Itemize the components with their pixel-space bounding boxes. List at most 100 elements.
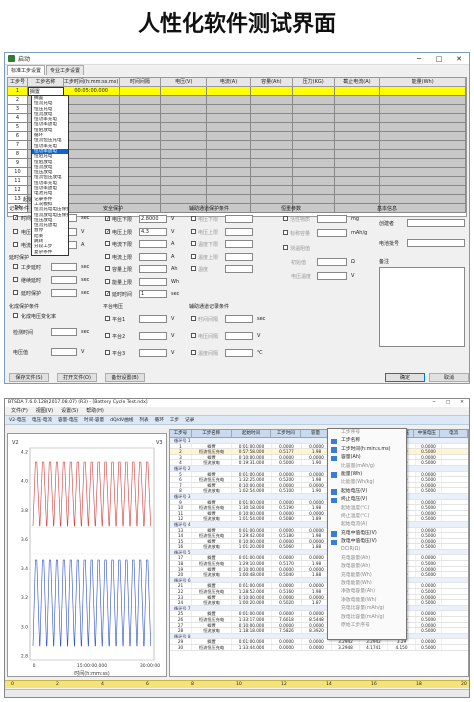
- grid-cell[interactable]: [292, 195, 335, 204]
- grid-cell[interactable]: 2: [8, 96, 28, 105]
- grid-cell[interactable]: [161, 114, 208, 123]
- column-context-menu[interactable]: 工步序号 工步名称 工步时间(h:min:s.ms) 容量(Ah) 比容量(mAh/g)…: [327, 428, 407, 640]
- grid-cell[interactable]: [292, 105, 335, 114]
- option-input[interactable]: [139, 265, 167, 273]
- grid-cell[interactable]: [380, 132, 466, 141]
- table-col-header[interactable]: 起始时间: [232, 430, 272, 437]
- grid-cell[interactable]: [380, 123, 466, 132]
- option-checkbox[interactable]: [191, 241, 196, 246]
- grid-cell[interactable]: [380, 141, 466, 150]
- grid-cell[interactable]: 11: [8, 177, 28, 186]
- grid-cell[interactable]: [207, 150, 251, 159]
- context-menu-item[interactable]: 充电容量(Ah): [328, 555, 406, 563]
- toolbar-item[interactable]: 记录: [184, 416, 195, 424]
- option-checkbox[interactable]: [191, 253, 196, 259]
- grid-cell[interactable]: 12: [8, 186, 28, 195]
- menu-item[interactable]: 设置(S): [61, 407, 78, 415]
- table-row[interactable]: 3: [8, 105, 466, 114]
- grid-cell[interactable]: [250, 177, 293, 186]
- context-menu-item[interactable]: 比容量(mAh/g): [328, 463, 406, 471]
- minimize-icon[interactable]: ─: [427, 399, 441, 407]
- grid-cell[interactable]: [63, 123, 120, 132]
- grid-cell[interactable]: [292, 141, 335, 150]
- grid-cell[interactable]: [250, 96, 293, 105]
- context-menu-item[interactable]: 工步时间(h:min:s.ms): [328, 446, 406, 454]
- table-row[interactable]: 9: [8, 159, 466, 168]
- table-row[interactable]: 12: [8, 186, 466, 195]
- cap-input[interactable]: [317, 229, 347, 237]
- grid-cell[interactable]: 3: [8, 105, 28, 114]
- grid-cell[interactable]: [292, 123, 335, 132]
- option-checkbox[interactable]: [105, 253, 110, 259]
- mass-input[interactable]: [317, 215, 347, 223]
- grid-cell[interactable]: [63, 132, 120, 141]
- grid-cell[interactable]: [119, 114, 162, 123]
- grid-cell[interactable]: 7: [8, 141, 28, 150]
- grid-cell[interactable]: [334, 150, 381, 159]
- note-textarea[interactable]: [379, 267, 465, 347]
- grid-cell[interactable]: 4: [8, 114, 28, 123]
- table-row[interactable]: 6: [8, 132, 466, 141]
- context-menu-item[interactable]: 充电中值电压(V): [328, 530, 406, 538]
- context-menu-item[interactable]: 净放电能量(Wh): [328, 597, 406, 605]
- context-menu-item[interactable]: 能量(Wh): [328, 471, 406, 479]
- grid-cell[interactable]: [119, 141, 162, 150]
- grid-cell[interactable]: [119, 177, 162, 186]
- option-checkbox[interactable]: [191, 350, 196, 355]
- table-col-header[interactable]: 工步名称: [192, 430, 232, 437]
- grid-cell[interactable]: [119, 132, 162, 141]
- grid-cell[interactable]: [380, 186, 466, 195]
- close-icon[interactable]: ✕: [455, 399, 469, 407]
- grid-cell[interactable]: 10: [8, 168, 28, 177]
- option-checkbox[interactable]: [105, 278, 110, 284]
- grid-cell[interactable]: [207, 141, 251, 150]
- delay-continue-checkbox[interactable]: [13, 277, 18, 282]
- grid-cell[interactable]: [250, 186, 293, 195]
- grid-cell[interactable]: [334, 204, 381, 213]
- grid-cell[interactable]: [334, 195, 381, 204]
- option-checkbox[interactable]: [191, 266, 196, 271]
- option-checkbox[interactable]: [105, 241, 110, 246]
- grid-cell[interactable]: [334, 141, 381, 150]
- delay-protect-input[interactable]: [51, 289, 77, 297]
- context-menu-item[interactable]: 容量(Ah): [328, 454, 406, 462]
- context-menu-item[interactable]: 原始工步序号: [328, 622, 406, 630]
- grid-cell[interactable]: [380, 150, 466, 159]
- grid-cell[interactable]: [380, 114, 466, 123]
- grid-cell[interactable]: [119, 105, 162, 114]
- grid-cell[interactable]: [334, 105, 381, 114]
- context-menu-item[interactable]: DCIR(Ω): [328, 546, 406, 554]
- grid-cell[interactable]: [207, 177, 251, 186]
- grid-cell[interactable]: [292, 186, 335, 195]
- context-menu-item[interactable]: 工步名称: [328, 437, 406, 445]
- grid-cell[interactable]: [250, 150, 293, 159]
- grid-cell[interactable]: [161, 96, 208, 105]
- context-menu-item[interactable]: 起始电流(A): [328, 521, 406, 529]
- grid-cell[interactable]: [207, 123, 251, 132]
- option-input[interactable]: [225, 215, 253, 223]
- option-checkbox[interactable]: ✓: [105, 216, 110, 222]
- context-menu-item[interactable]: 放电中值电压(V): [328, 538, 406, 546]
- grid-cell[interactable]: [250, 195, 293, 204]
- table-row[interactable]: 30 恒流恒压充电 1:33:44.000 0.0000 0.0000 3.2948 4.1…: [170, 644, 468, 651]
- grid-cell[interactable]: [250, 123, 293, 132]
- option-input[interactable]: 2.8000: [139, 215, 167, 223]
- grid-cell[interactable]: [334, 168, 381, 177]
- option-input[interactable]: [139, 315, 167, 323]
- option-input[interactable]: 4.3: [139, 227, 167, 236]
- grid-cell[interactable]: [161, 105, 208, 114]
- grid-cell[interactable]: [119, 96, 162, 105]
- grid-cell[interactable]: [292, 168, 335, 177]
- context-menu-item[interactable]: 终止温度(℃): [328, 513, 406, 521]
- grid-cell[interactable]: [119, 168, 162, 177]
- table-row[interactable]: 2: [8, 96, 466, 105]
- grid-cell[interactable]: [334, 96, 381, 105]
- grid-cell[interactable]: [161, 186, 208, 195]
- grid-cell[interactable]: [161, 168, 208, 177]
- grid-cell[interactable]: [161, 132, 208, 141]
- option-input[interactable]: [139, 349, 167, 357]
- grid-cell[interactable]: [292, 159, 335, 168]
- grid-cell[interactable]: [334, 186, 381, 195]
- table-row[interactable]: 8: [8, 150, 466, 159]
- grid-cell[interactable]: [63, 150, 120, 159]
